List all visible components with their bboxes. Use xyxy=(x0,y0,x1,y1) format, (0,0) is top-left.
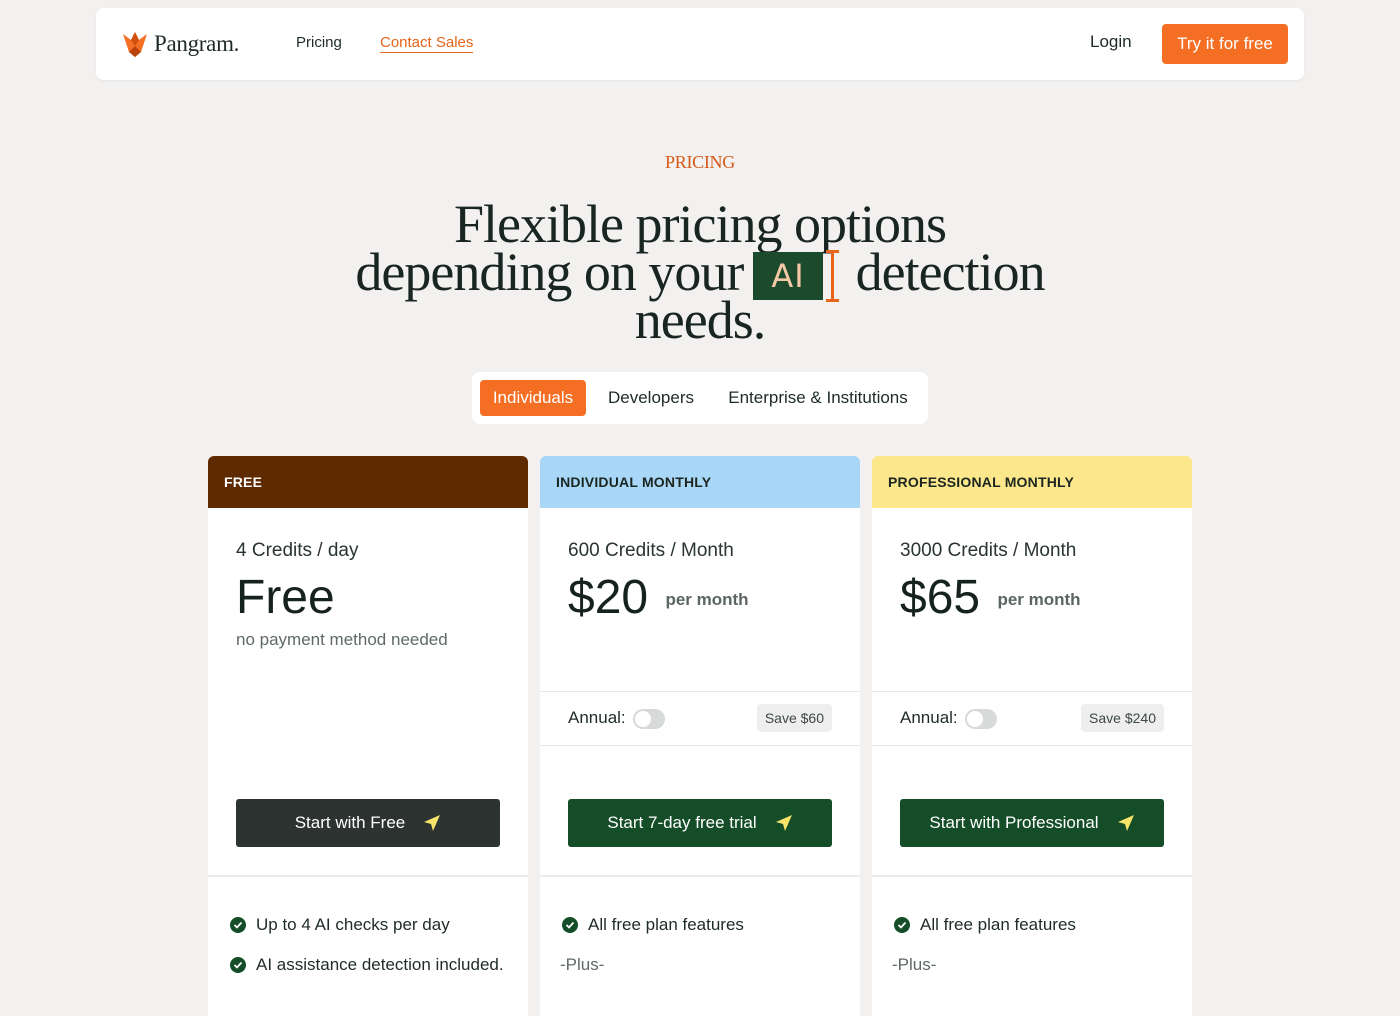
plan-card-free: FREE 4 Credits / day Free no payment met… xyxy=(208,456,528,1016)
logo-text: Pangram. xyxy=(154,31,240,56)
annual-toggle[interactable] xyxy=(633,709,665,729)
send-arrow-icon xyxy=(775,815,792,831)
plan-card-individual-monthly: INDIVIDUAL MONTHLY 600 Credits / Month $… xyxy=(540,456,860,1016)
save-badge: Save $60 xyxy=(756,704,832,732)
annual-label: Annual: xyxy=(900,708,958,727)
tab-developers[interactable]: Developers xyxy=(598,380,704,416)
feature-text: All free plan features xyxy=(588,915,744,934)
nav-pricing-link[interactable]: Pricing xyxy=(296,34,342,51)
cta-label: Start 7-day free trial xyxy=(607,813,757,832)
feature-text: AI assistance detection included. xyxy=(256,955,504,974)
card-divider xyxy=(540,875,860,877)
feature-item: AI assistance detection included. xyxy=(230,955,504,975)
plan-name: PROFESSIONAL MONTHLY xyxy=(872,456,1192,508)
plan-note: no payment method needed xyxy=(236,630,448,649)
plan-name: INDIVIDUAL MONTHLY xyxy=(540,456,860,508)
feature-item: Up to 4 AI checks per day xyxy=(230,915,450,935)
text-cursor-icon xyxy=(825,250,839,302)
price-value: Free xyxy=(236,571,335,624)
plan-price: $65 per month xyxy=(900,572,1081,626)
check-icon xyxy=(230,957,246,973)
plan-credits: 3000 Credits / Month xyxy=(900,540,1077,561)
headline-line-3: needs. xyxy=(634,290,766,350)
send-arrow-icon xyxy=(424,815,441,831)
fox-logo-icon xyxy=(123,32,147,57)
check-icon xyxy=(230,917,246,933)
card-divider xyxy=(872,875,1192,877)
start-free-button[interactable]: Start with Free xyxy=(236,799,500,847)
plus-separator: -Plus- xyxy=(560,955,605,974)
headline-line-2: depending on your AI detection xyxy=(0,245,1400,302)
start-professional-button[interactable]: Start with Professional xyxy=(900,799,1164,847)
headline-line-2-end: detection xyxy=(855,242,1046,302)
start-trial-button[interactable]: Start 7-day free trial xyxy=(568,799,832,847)
plan-name: FREE xyxy=(208,456,528,508)
annual-toggle[interactable] xyxy=(965,709,997,729)
toggle-knob xyxy=(635,711,651,727)
logo[interactable]: Pangram. xyxy=(122,29,239,59)
cta-label: Start with Professional xyxy=(929,813,1099,832)
tab-enterprise-institutions[interactable]: Enterprise & Institutions xyxy=(718,380,918,416)
headline-line-1: Flexible pricing options xyxy=(454,194,947,254)
section-eyebrow: PRICING xyxy=(665,152,735,172)
login-link[interactable]: Login xyxy=(1090,32,1132,52)
save-badge: Save $240 xyxy=(1081,704,1164,732)
price-period: per month xyxy=(665,590,749,610)
feature-text: Up to 4 AI checks per day xyxy=(256,915,450,934)
try-free-button[interactable]: Try it for free xyxy=(1162,24,1288,64)
price-period: per month xyxy=(997,590,1081,610)
price-value: $20 xyxy=(568,571,649,624)
cta-label: Start with Free xyxy=(294,813,406,832)
feature-item: All free plan features xyxy=(562,915,744,935)
nav-contact-sales-link[interactable]: Contact Sales xyxy=(380,34,474,53)
tab-individuals[interactable]: Individuals xyxy=(480,380,586,416)
top-nav: Pangram. Pricing Contact Sales Login Try… xyxy=(96,8,1304,80)
plan-price: Free xyxy=(236,572,335,624)
feature-text: All free plan features xyxy=(920,915,1076,934)
toggle-knob xyxy=(967,711,983,727)
plan-price: $20 per month xyxy=(568,572,749,626)
annual-billing-row: Annual: Save $240 xyxy=(872,691,1192,746)
plan-credits: 600 Credits / Month xyxy=(568,540,734,561)
plan-card-professional-monthly: PROFESSIONAL MONTHLY 3000 Credits / Mont… xyxy=(872,456,1192,1016)
annual-label: Annual: xyxy=(568,708,626,727)
check-icon xyxy=(562,917,578,933)
send-arrow-icon xyxy=(1117,815,1134,831)
annual-billing-row: Annual: Save $60 xyxy=(540,691,860,746)
price-value: $65 xyxy=(900,571,981,624)
card-divider xyxy=(208,875,528,877)
feature-item: All free plan features xyxy=(894,915,1076,935)
audience-tabs: Individuals Developers Enterprise & Inst… xyxy=(472,372,928,424)
check-icon xyxy=(894,917,910,933)
plan-credits: 4 Credits / day xyxy=(236,540,359,561)
ai-highlight-chip: AI xyxy=(753,252,823,300)
plus-separator: -Plus- xyxy=(892,955,937,974)
page-headline: Flexible pricing options depending on yo… xyxy=(0,194,1400,350)
